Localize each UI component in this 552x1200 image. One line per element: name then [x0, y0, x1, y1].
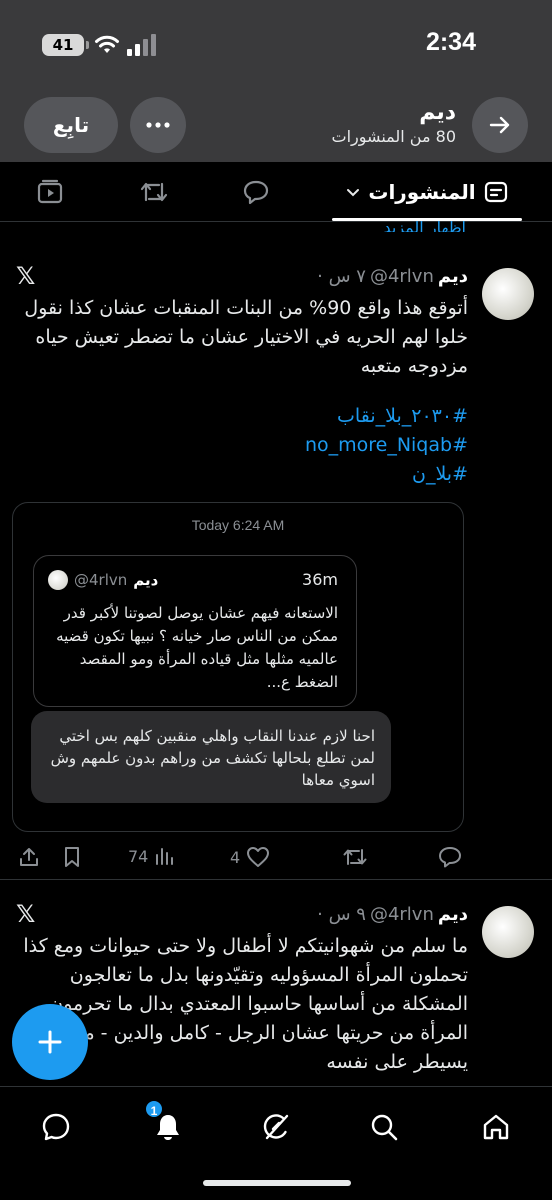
show-more-link[interactable]: إظهار المزيد	[384, 218, 467, 232]
like-icon	[247, 847, 270, 867]
reply-bubble: احنا لازم عندنا النقاب واهلي منقبين كلهم…	[31, 711, 391, 803]
compose-button[interactable]	[12, 1004, 88, 1080]
author-handle[interactable]: @4rlvn	[370, 266, 434, 287]
reply-button[interactable]	[438, 846, 462, 868]
top-bar: 41 2:34 تابِع ديم 80 من المنشورات	[0, 0, 552, 162]
post-time: · ٧ س	[317, 266, 366, 287]
share-icon	[20, 848, 38, 866]
status-bar: 41 2:34	[0, 0, 552, 90]
nav-grok[interactable]	[254, 1105, 298, 1149]
like-button[interactable]: 4	[230, 846, 270, 868]
hashtag-link[interactable]: #٢٠٣٠_بلا_نقاب	[305, 402, 468, 431]
quoted-text: الاستعانه فيهم عشان يوصل لصوتنا لأكبر قد…	[56, 604, 338, 691]
quoted-post-header: @4rlvn ديم 36m	[48, 570, 338, 592]
signal-icon	[127, 34, 156, 56]
hashtag-link[interactable]: #no_more_Niqab	[305, 431, 468, 460]
retweet-icon	[343, 849, 367, 865]
home-icon	[483, 1114, 509, 1140]
battery-level: 41	[52, 36, 74, 54]
wifi-icon	[95, 35, 119, 53]
account-name: ديم	[419, 100, 456, 125]
posts-tab-icon	[484, 181, 507, 203]
tab-posts[interactable]: المنشورات	[332, 162, 522, 222]
more-icon	[146, 122, 170, 128]
views-button[interactable]: 74	[128, 846, 174, 866]
retweet-button[interactable]	[342, 846, 368, 868]
grok-icon	[263, 1114, 289, 1140]
reply-text: احنا لازم عندنا النقاب واهلي منقبين كلهم…	[50, 727, 375, 789]
author-handle[interactable]: @4rlvn	[370, 904, 434, 925]
reply-icon	[439, 847, 461, 868]
card-timestamp: Today 6:24 AM	[191, 517, 285, 533]
post-meta: ديم @4rlvn · ٧ س	[317, 266, 468, 287]
tab-replies[interactable]	[226, 162, 286, 222]
messages-icon	[42, 1113, 70, 1141]
tab-posts-label: المنشورات	[368, 180, 476, 204]
quoted-handle: @4rlvn	[74, 571, 128, 589]
posts-count: 80 من المنشورات	[331, 127, 456, 146]
post-time: · ٩ س	[317, 904, 366, 925]
notifications-badge: 1	[144, 1099, 164, 1119]
bookmark-icon	[65, 847, 79, 867]
replies-icon	[243, 180, 269, 205]
nav-messages[interactable]	[34, 1105, 78, 1149]
author-name[interactable]: ديم	[438, 266, 468, 287]
post-actions: 74 4	[0, 846, 552, 870]
post-meta: ديم @4rlvn · ٩ س	[317, 904, 468, 925]
status-time: 2:34	[425, 28, 476, 56]
back-arrow-icon	[489, 116, 510, 134]
nav-search[interactable]	[362, 1105, 406, 1149]
avatar[interactable]	[482, 906, 534, 958]
quoted-author: @4rlvn ديم	[48, 570, 158, 590]
search-icon	[371, 1114, 398, 1141]
account-header: ديم 80 من المنشورات	[332, 100, 456, 146]
post-text: ما سلم من شهوانيتكم لا أطفال ولا حتى حيو…	[23, 935, 468, 1073]
retweets-icon	[140, 182, 168, 202]
quoted-name: ديم	[133, 571, 159, 589]
plus-icon	[38, 1030, 62, 1054]
quoted-age: 36m	[302, 570, 338, 589]
post-text: أتوقع هذا واقع 90% من البنات المنقبات عش…	[24, 297, 468, 377]
hashtag-link[interactable]: #بلا_ن	[305, 460, 468, 489]
chevron-down-icon	[347, 189, 360, 197]
bookmark-button[interactable]	[62, 846, 82, 868]
likes-count: 4	[230, 847, 241, 867]
attached-image-card[interactable]: Today 6:24 AM @4rlvn ديم 36m الاستعانه ف…	[12, 502, 464, 832]
media-icon	[37, 179, 63, 204]
nav-notifications[interactable]: 1	[144, 1099, 190, 1149]
post[interactable]: 𝕏 ديم @4rlvn · ٧ س أتوقع هذا واقع 90% من…	[0, 240, 552, 880]
views-icon	[156, 848, 174, 865]
x-logo-icon: 𝕏	[16, 262, 36, 290]
quoted-post: @4rlvn ديم 36m الاستعانه فيهم عشان يوصل …	[33, 555, 357, 707]
follow-button[interactable]: تابِع	[24, 97, 118, 153]
nav-home[interactable]	[474, 1105, 518, 1149]
tab-media[interactable]	[20, 162, 80, 222]
quoted-avatar	[48, 570, 68, 590]
author-name[interactable]: ديم	[438, 904, 468, 925]
back-button[interactable]	[472, 97, 528, 153]
hashtag-list: #٢٠٣٠_بلا_نقاب #no_more_Niqab #بلا_ن	[305, 402, 468, 489]
avatar[interactable]	[482, 268, 534, 320]
battery-icon: 41	[42, 34, 89, 56]
share-button[interactable]	[18, 846, 40, 868]
profile-tabs: المنشورات	[0, 162, 552, 222]
more-button[interactable]	[130, 97, 186, 153]
views-count: 74	[128, 846, 149, 866]
tab-retweets[interactable]	[124, 162, 184, 222]
home-indicator	[203, 1180, 351, 1186]
x-logo-icon: 𝕏	[16, 900, 36, 928]
